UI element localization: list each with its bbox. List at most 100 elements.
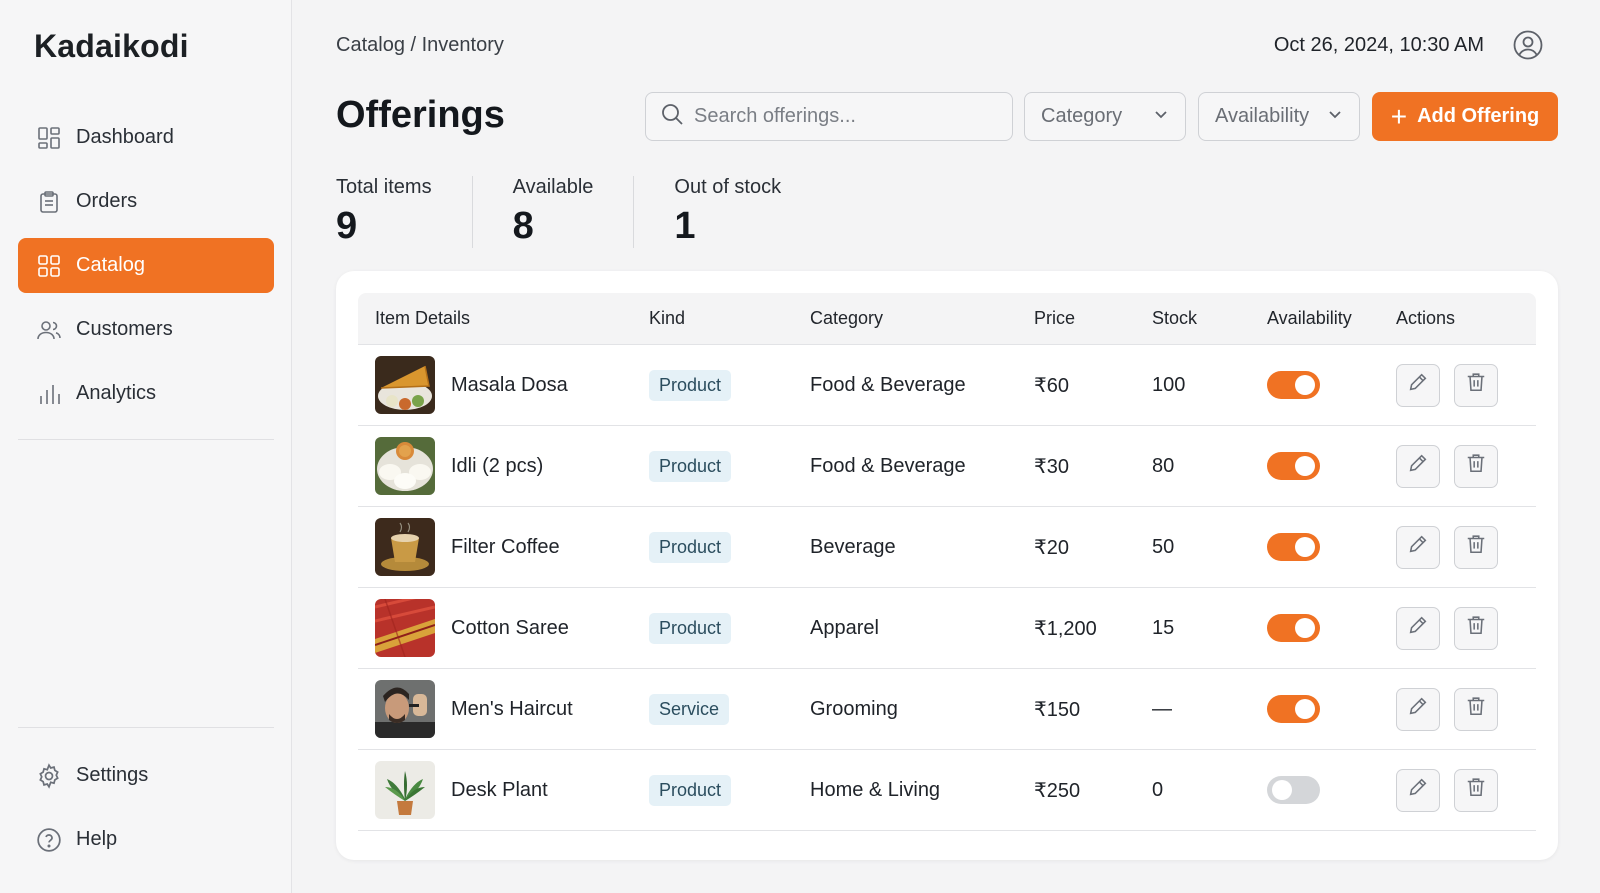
delete-button[interactable]: [1454, 363, 1498, 407]
kind-badge: Product: [649, 369, 732, 401]
trash-icon: [1465, 452, 1487, 480]
toggle-knob: [1272, 780, 1292, 800]
item-details-cell: Cotton Saree: [358, 599, 649, 657]
add-offering-button[interactable]: + Add Offering: [1372, 92, 1558, 141]
bar-chart-icon: [36, 381, 62, 407]
stock-cell: 50: [1152, 535, 1175, 558]
stock-cell: 15: [1152, 616, 1175, 639]
column-header-kind[interactable]: Kind: [649, 308, 810, 329]
category-cell: Grooming: [810, 697, 898, 720]
sidebar-item-settings[interactable]: Settings: [18, 748, 274, 803]
availability-cell: [1267, 371, 1396, 399]
search-input[interactable]: [694, 105, 994, 128]
item-thumbnail: [375, 437, 435, 495]
delete-button[interactable]: [1454, 525, 1498, 569]
breadcrumb: Catalog / Inventory: [336, 34, 504, 56]
add-offering-label: Add Offering: [1417, 105, 1540, 127]
user-account-icon[interactable]: [1512, 29, 1544, 61]
trash-icon: [1465, 533, 1487, 561]
column-header-availability[interactable]: Availability: [1267, 308, 1396, 329]
help-icon: [36, 827, 62, 853]
trash-icon: [1465, 695, 1487, 723]
item-thumbnail: [375, 518, 435, 576]
toggle-knob: [1295, 456, 1315, 476]
item-thumbnail: [375, 680, 435, 738]
kind-badge: Service: [649, 693, 730, 725]
chevron-down-icon: [1327, 105, 1343, 128]
column-header-actions: Actions: [1396, 308, 1456, 328]
item-thumbnail: [375, 761, 435, 819]
price-cell: ₹20: [1034, 536, 1069, 559]
sidebar-item-analytics[interactable]: Analytics: [18, 366, 274, 421]
delete-button[interactable]: [1454, 444, 1498, 488]
trash-icon: [1465, 776, 1487, 804]
item-thumbnail: [375, 356, 435, 414]
availability-toggle[interactable]: [1267, 371, 1320, 399]
stat-divider: [633, 176, 635, 248]
plus-icon: +: [1390, 100, 1408, 132]
stat-total-items: Total items 9: [336, 176, 472, 248]
column-header-item-details[interactable]: Item Details: [358, 308, 649, 329]
sidebar-item-customers[interactable]: Customers: [18, 302, 274, 357]
pencil-icon: [1407, 776, 1429, 804]
offerings-card: Item Details Kind Category Price Stock A…: [336, 271, 1558, 860]
availability-toggle[interactable]: [1267, 695, 1320, 723]
stat-divider: [471, 176, 473, 248]
item-thumbnail: [375, 599, 435, 657]
sidebar-item-label: Catalog: [76, 254, 145, 276]
price-cell: ₹150: [1034, 698, 1081, 721]
gear-icon: [36, 762, 62, 789]
nav-divider: [18, 727, 274, 728]
toggle-knob: [1295, 618, 1315, 638]
kind-badge: Product: [649, 531, 732, 563]
edit-button[interactable]: [1396, 606, 1440, 650]
delete-button[interactable]: [1454, 768, 1498, 812]
table-row: Idli (2 pcs) Product Food & Beverage ₹30…: [358, 426, 1536, 507]
sidebar-item-help[interactable]: Help: [18, 812, 274, 867]
sidebar-item-dashboard[interactable]: Dashboard: [18, 110, 274, 165]
availability-cell: [1267, 695, 1396, 723]
category-cell: Apparel: [810, 616, 879, 639]
sidebar-item-label: Dashboard: [76, 126, 174, 148]
toggle-knob: [1295, 537, 1315, 557]
availability-cell: [1267, 776, 1396, 804]
column-header-category[interactable]: Category: [810, 308, 1034, 329]
edit-button[interactable]: [1396, 444, 1440, 488]
page-title: Offerings: [336, 94, 505, 136]
stat-value: 1: [674, 205, 696, 247]
availability-toggle[interactable]: [1267, 776, 1320, 804]
category-cell: Home & Living: [810, 778, 941, 801]
pencil-icon: [1407, 695, 1429, 723]
availability-toggle[interactable]: [1267, 533, 1320, 561]
availability-toggle[interactable]: [1267, 452, 1320, 480]
edit-button[interactable]: [1396, 687, 1440, 731]
column-header-price[interactable]: Price: [1034, 308, 1152, 329]
edit-button[interactable]: [1396, 525, 1440, 569]
table-row: Cotton Saree Product Apparel ₹1,200 15: [358, 588, 1536, 669]
trash-icon: [1465, 614, 1487, 642]
delete-button[interactable]: [1454, 687, 1498, 731]
item-details-cell: Desk Plant: [358, 761, 649, 819]
price-cell: ₹60: [1034, 374, 1069, 397]
category-dropdown[interactable]: Category: [1024, 92, 1186, 141]
pencil-icon: [1407, 371, 1429, 399]
table-row: Masala Dosa Product Food & Beverage ₹60 …: [358, 345, 1536, 426]
sidebar-item-catalog[interactable]: Catalog: [18, 238, 274, 293]
price-cell: ₹30: [1034, 455, 1069, 478]
table-row: Desk Plant Product Home & Living ₹250 0: [358, 750, 1536, 831]
pencil-icon: [1407, 533, 1429, 561]
table-row: Men's Haircut Service Grooming ₹150 —: [358, 669, 1536, 750]
sidebar-item-orders[interactable]: Orders: [18, 174, 274, 229]
edit-button[interactable]: [1396, 363, 1440, 407]
toggle-knob: [1295, 375, 1315, 395]
column-header-stock[interactable]: Stock: [1152, 308, 1267, 329]
delete-button[interactable]: [1454, 606, 1498, 650]
availability-toggle[interactable]: [1267, 614, 1320, 642]
grid-icon: [36, 253, 62, 279]
search-box[interactable]: [645, 92, 1013, 141]
availability-cell: [1267, 614, 1396, 642]
availability-dropdown[interactable]: Availability: [1198, 92, 1360, 141]
sidebar-item-label: Settings: [76, 764, 149, 786]
offerings-table: Item Details Kind Category Price Stock A…: [358, 293, 1536, 831]
edit-button[interactable]: [1396, 768, 1440, 812]
